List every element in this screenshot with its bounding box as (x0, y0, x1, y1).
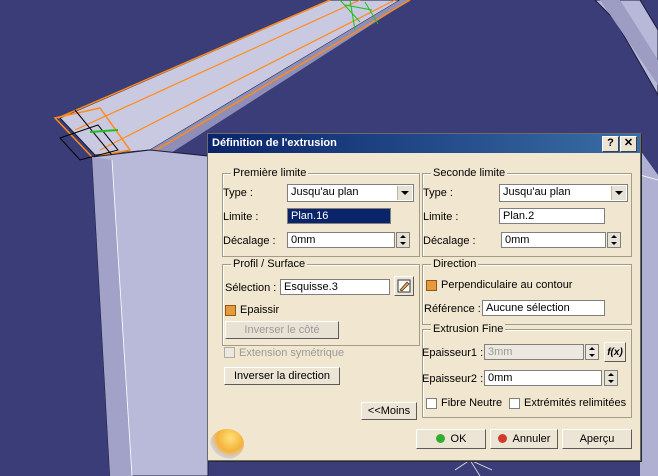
seconde-type-combo[interactable]: Jusqu'au plan (499, 184, 628, 202)
chevron-down-icon[interactable] (397, 186, 412, 200)
fibre-neutre-checkbox[interactable] (426, 398, 437, 409)
seconde-decalage-spinner[interactable] (607, 232, 621, 248)
extremites-checkbox[interactable] (509, 398, 520, 409)
moins-button[interactable]: <<Moins (361, 402, 417, 420)
premiere-type-label: Type : (223, 187, 253, 199)
help-button[interactable]: ? (602, 136, 619, 152)
premiere-type-combo[interactable]: Jusqu'au plan (287, 184, 414, 202)
inverser-direction-button[interactable]: Inverser la direction (224, 367, 340, 385)
extension-symetrique-checkbox[interactable] (224, 347, 235, 358)
premiere-type-value: Jusqu'au plan (291, 186, 359, 198)
reference-field[interactable]: Aucune sélection (482, 300, 605, 316)
premiere-decalage-label: Décalage : (223, 235, 276, 247)
epaisseur1-field[interactable]: 3mm (484, 344, 584, 360)
perpendiculaire-checkbox[interactable] (426, 280, 437, 291)
chevron-down-icon[interactable] (611, 186, 626, 200)
fibre-neutre-label: Fibre Neutre (441, 397, 503, 409)
extension-symetrique-label: Extension symétrique (239, 347, 345, 359)
epaissir-label: Epaissir (240, 304, 280, 316)
epaisseur1-spinner[interactable] (585, 344, 599, 360)
close-button[interactable]: ✕ (620, 136, 637, 152)
premiere-limite-field[interactable]: Plan.16 (287, 208, 391, 224)
ok-icon (435, 434, 445, 443)
selection-field[interactable]: Esquisse.3 (280, 279, 390, 295)
catia-logo (210, 429, 244, 459)
annuler-label: Annuler (512, 433, 551, 445)
dialog-titlebar[interactable]: Définition de l'extrusion (208, 134, 640, 153)
dialog-title: Définition de l'extrusion (212, 137, 337, 149)
epaissir-checkbox[interactable] (225, 305, 236, 316)
inverser-cote-button[interactable]: Inverser le côté (225, 321, 339, 339)
perpendiculaire-label: Perpendiculaire au contour (441, 279, 573, 291)
profil-title: Profil / Surface (231, 258, 308, 270)
premiere-decalage-field[interactable]: 0mm (287, 232, 395, 248)
reference-label: Référence : (424, 303, 481, 315)
extremites-label: Extrémités relimitées (524, 397, 627, 409)
epaisseur1-label: Epaisseur1 : (422, 347, 484, 359)
selection-label: Sélection : (225, 282, 277, 294)
annuler-button[interactable]: Annuler (490, 429, 558, 449)
premiere-limite-label: Limite : (223, 211, 259, 223)
sketch-edit-icon[interactable] (394, 276, 414, 296)
seconde-limite-field[interactable]: Plan.2 (499, 208, 605, 224)
epaisseur2-field[interactable]: 0mm (484, 370, 602, 386)
seconde-limite-title: Seconde limite (431, 167, 508, 179)
seconde-decalage-label: Décalage : (423, 235, 476, 247)
ok-label: OK (450, 433, 467, 445)
extrusion-fine-title: Extrusion Fine (431, 323, 506, 335)
epaisseur2-spinner[interactable] (604, 370, 618, 386)
seconde-decalage-field[interactable]: 0mm (501, 232, 606, 248)
premiere-limite-title: Première limite (231, 167, 309, 179)
epaisseur2-label: Epaisseur2 : (422, 373, 484, 385)
premiere-decalage-spinner[interactable] (396, 232, 410, 248)
seconde-type-value: Jusqu'au plan (503, 186, 571, 198)
direction-title: Direction (431, 258, 479, 270)
formula-icon[interactable]: f(x) (604, 342, 626, 362)
seconde-type-label: Type : (423, 187, 453, 199)
ok-button[interactable]: OK (416, 429, 486, 449)
apercu-button[interactable]: Aperçu (562, 429, 632, 449)
extrusion-dialog: Définition de l'extrusion ? ✕ Première l… (207, 133, 641, 461)
cancel-icon (497, 434, 507, 443)
seconde-limite-label: Limite : (423, 211, 459, 223)
